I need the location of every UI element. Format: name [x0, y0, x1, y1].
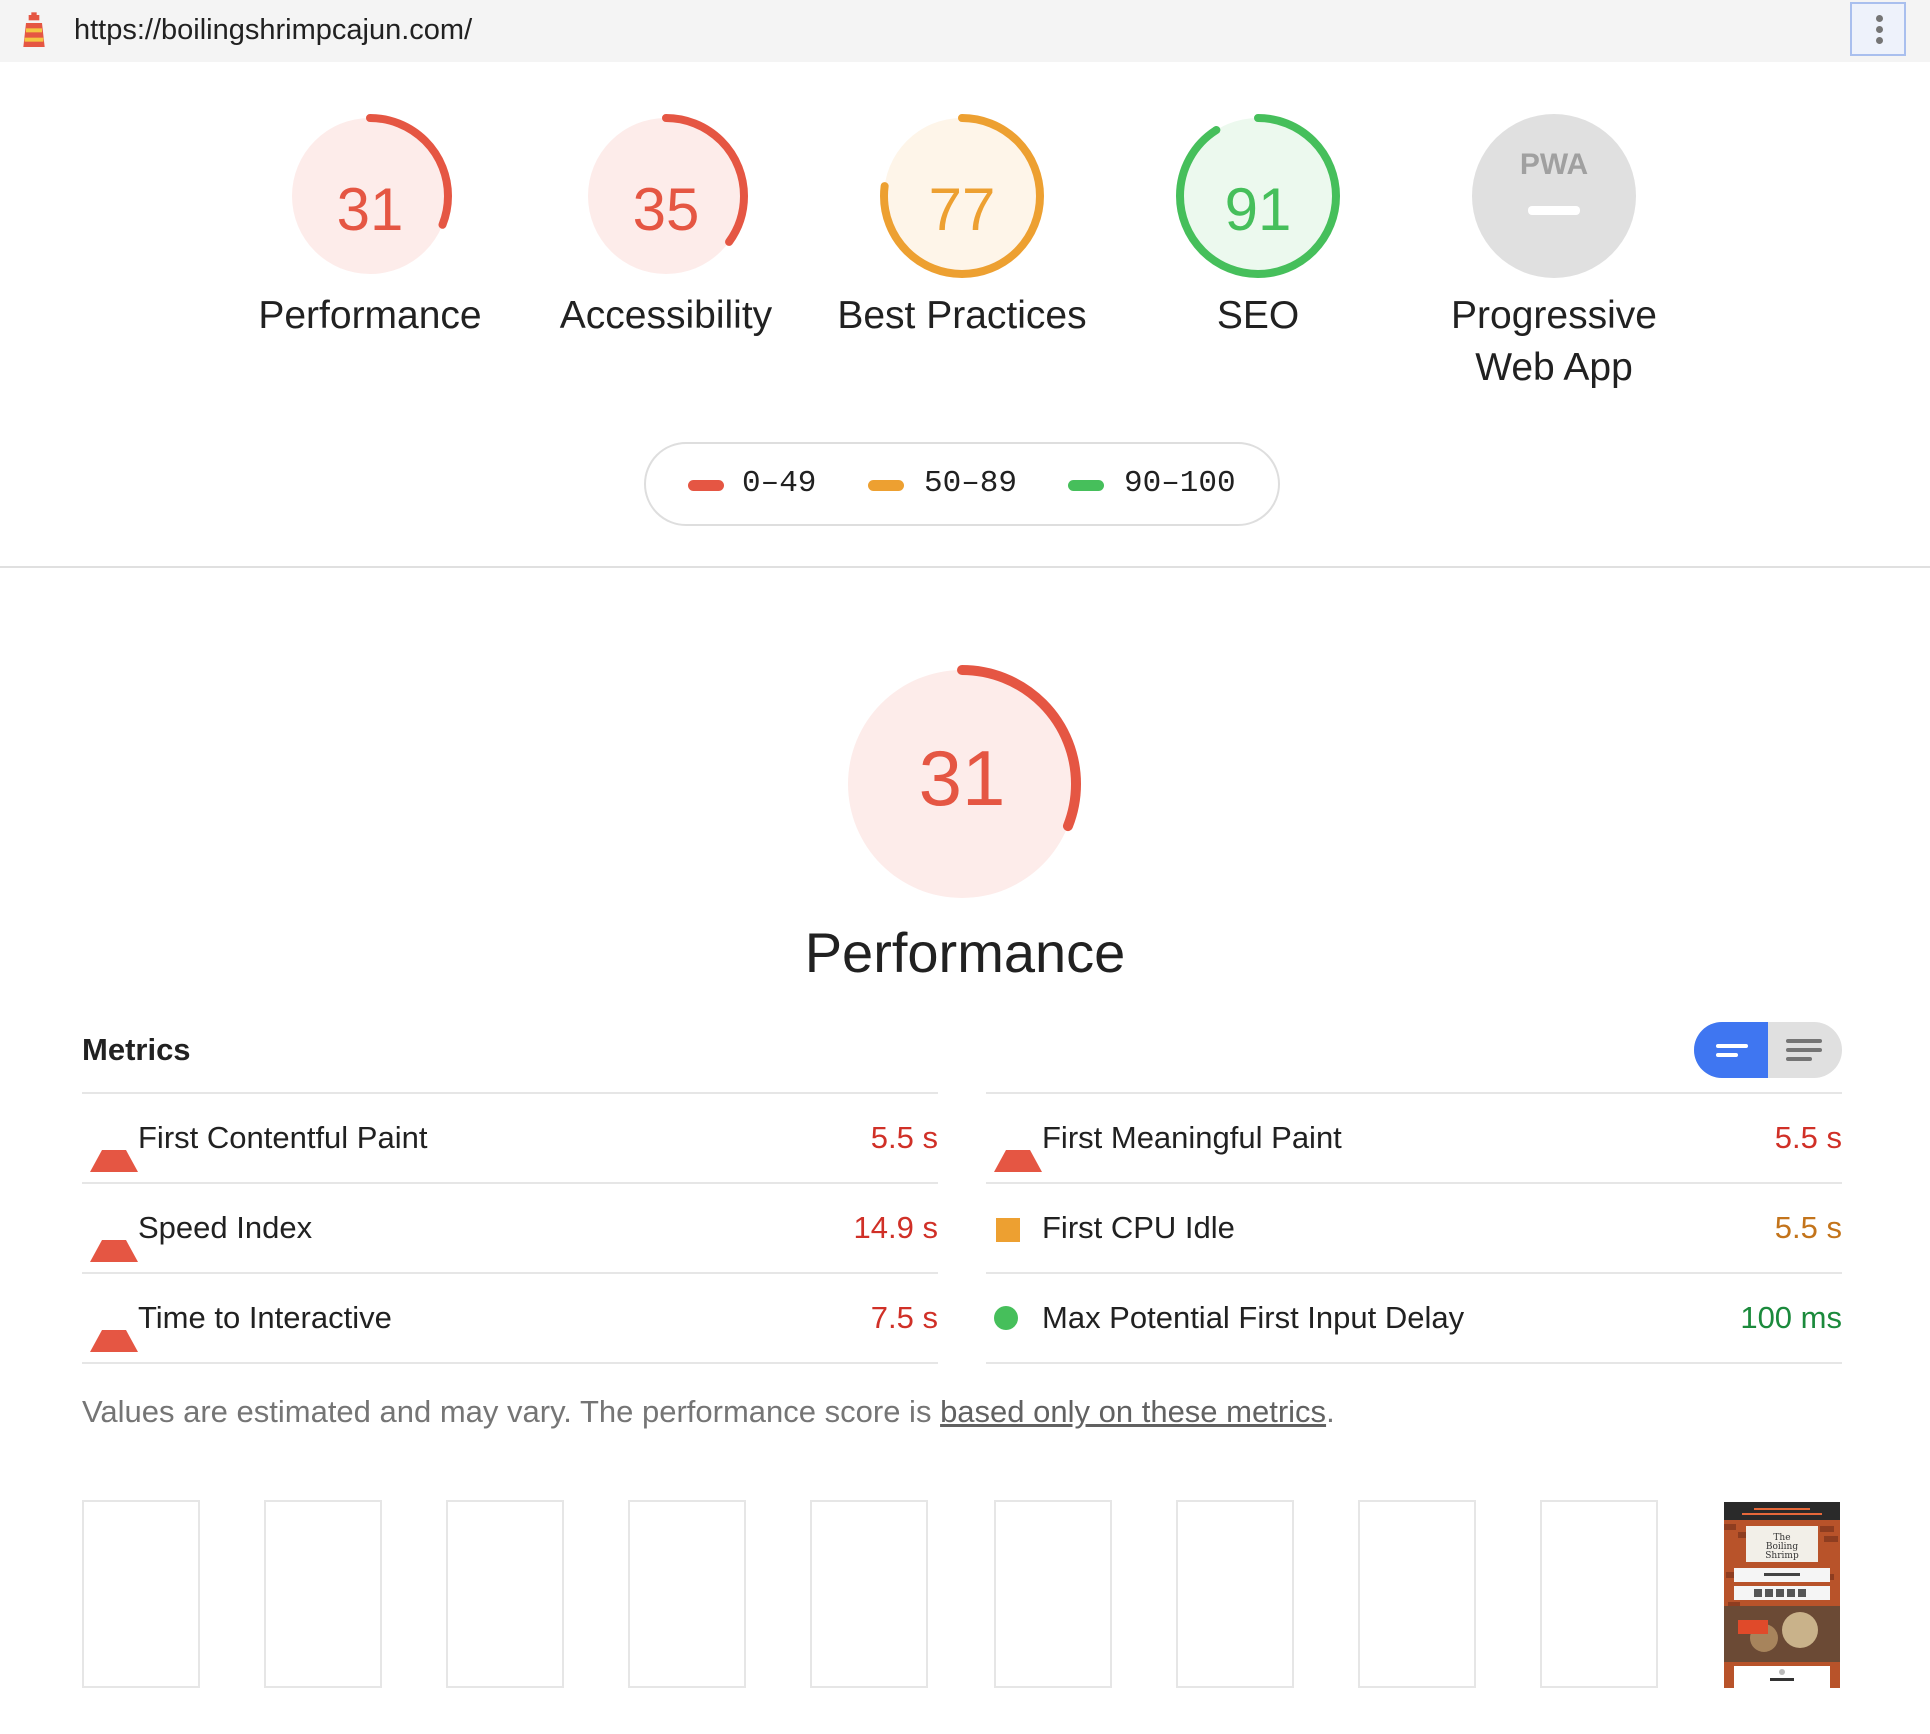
- metric-value: 5.5 s: [870, 1120, 938, 1155]
- gauge-best-practices[interactable]: 77 Best Practices: [812, 112, 1112, 337]
- pass-circle-icon: [994, 1306, 1018, 1330]
- legend-fail-swatch: [688, 480, 724, 491]
- gauge-accessibility[interactable]: 35 Accessibility: [516, 112, 816, 337]
- fail-triangle-icon: [90, 1126, 138, 1172]
- performance-title: Performance: [804, 921, 1126, 984]
- filmstrip-frame: [264, 1500, 382, 1688]
- metric-name: Max Potential First Input Delay: [1042, 1300, 1465, 1335]
- metric-name: Time to Interactive: [138, 1300, 392, 1335]
- metrics-note-text: Values are estimated and may vary. The p…: [82, 1394, 941, 1429]
- gauge-label: Best Practices: [837, 294, 1087, 337]
- score-legend: 0–49 50–89 90–100: [644, 442, 1280, 526]
- metric-row: First Meaningful Paint 5.5 s: [986, 1092, 1842, 1182]
- fail-triangle-icon: [90, 1216, 138, 1262]
- legend-pass-swatch: [1068, 480, 1104, 491]
- filmstrip-frame: [1358, 1500, 1476, 1688]
- lighthouse-icon: [23, 12, 45, 47]
- metric-name: First CPU Idle: [1042, 1210, 1235, 1245]
- gauge-label: SEO: [1216, 294, 1300, 337]
- metrics-title: Metrics: [82, 1032, 191, 1067]
- metric-row: Speed Index 14.9 s: [82, 1182, 938, 1272]
- metric-value: 5.5 s: [1774, 1210, 1842, 1245]
- svg-text:Shrimp: Shrimp: [1765, 1551, 1799, 1561]
- fail-triangle-icon: [994, 1126, 1042, 1172]
- vertical-dots-icon: [1876, 15, 1883, 22]
- metrics-note-suffix: .: [1326, 1394, 1335, 1429]
- url-bar: https://boilingshrimpcajun.com/: [0, 0, 1930, 62]
- gauge-label: Progressive Web App: [1451, 294, 1657, 389]
- legend-fail-label: 0–49: [742, 466, 817, 501]
- metric-row: Time to Interactive 7.5 s: [82, 1272, 938, 1364]
- gauge-seo[interactable]: 91 SEO: [1108, 112, 1408, 337]
- filmstrip-frame: [1540, 1500, 1658, 1688]
- vertical-dots-icon-dot: [1876, 26, 1883, 33]
- fail-triangle-icon: [90, 1306, 138, 1352]
- gauge-pwa[interactable]: PWA Progressive Web App: [1404, 112, 1704, 389]
- metric-value: 14.9 s: [853, 1210, 938, 1245]
- performance-score: 31: [918, 734, 1006, 822]
- metrics-note: Values are estimated and may vary. The p…: [82, 1390, 1335, 1434]
- expanded-view-button[interactable]: [1768, 1022, 1842, 1078]
- metric-value: 5.5 s: [1774, 1120, 1842, 1155]
- metric-name: First Contentful Paint: [138, 1120, 428, 1155]
- metric-row: Max Potential First Input Delay 100 ms: [986, 1272, 1842, 1364]
- filmstrip-frame: [810, 1500, 928, 1688]
- gauge-label: Accessibility: [559, 294, 773, 337]
- metric-name: Speed Index: [138, 1210, 313, 1245]
- legend-average-label: 50–89: [924, 466, 1018, 501]
- legend-average-swatch: [868, 480, 904, 491]
- filmstrip-frame: [1176, 1500, 1294, 1688]
- filmstrip-frame: [446, 1500, 564, 1688]
- gauge-score: 77: [928, 176, 996, 243]
- metric-row: First Contentful Paint 5.5 s: [82, 1092, 938, 1182]
- filmstrip-frame: [82, 1500, 200, 1688]
- filmstrip-final-screenshot: The Boiling Shrimp: [1724, 1502, 1840, 1688]
- metrics-info-link[interactable]: based only on these metrics: [940, 1394, 1326, 1429]
- compact-view-button[interactable]: [1694, 1022, 1768, 1078]
- metric-row: First CPU Idle 5.5 s: [986, 1182, 1842, 1272]
- metrics-view-toggle[interactable]: [1694, 1022, 1842, 1078]
- average-square-icon: [996, 1218, 1020, 1242]
- metric-value: 7.5 s: [870, 1300, 938, 1335]
- gauge-score: 35: [632, 176, 700, 243]
- pwa-badge-text: PWA: [1520, 148, 1588, 181]
- gauge-performance[interactable]: 31 Performance: [220, 112, 520, 337]
- vertical-dots-icon-dot: [1876, 37, 1883, 44]
- metric-value: 100 ms: [1740, 1300, 1842, 1335]
- gauge-score: 31: [336, 176, 404, 243]
- legend-pass-label: 90–100: [1124, 466, 1236, 501]
- gauge-score: 91: [1224, 176, 1292, 243]
- menu-button[interactable]: [1850, 2, 1906, 56]
- page-url: https://boilingshrimpcajun.com/: [74, 14, 473, 46]
- filmstrip-frame: [994, 1500, 1112, 1688]
- gauge-label: Performance: [258, 294, 482, 337]
- metric-name: First Meaningful Paint: [1042, 1120, 1342, 1155]
- pwa-badge-icon: PWA: [1472, 114, 1636, 278]
- section-divider: [0, 566, 1930, 568]
- filmstrip-frame: [628, 1500, 746, 1688]
